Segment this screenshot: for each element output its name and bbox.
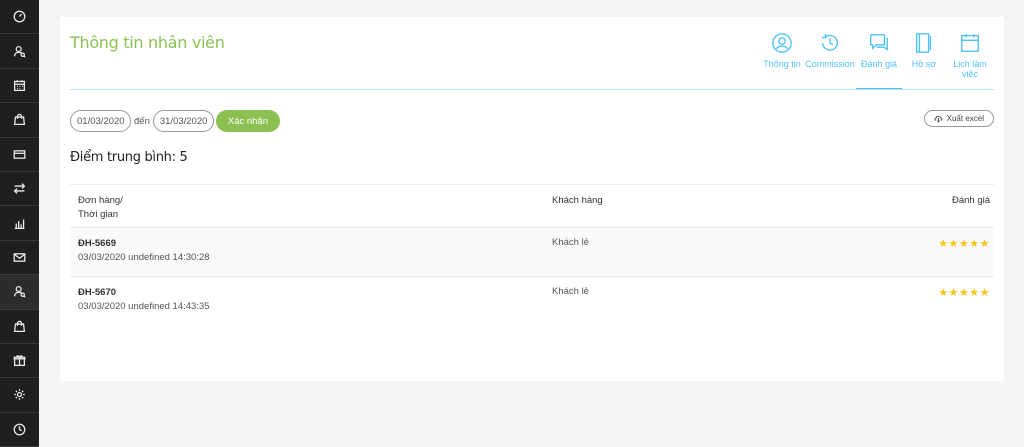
history-icon	[821, 33, 838, 51]
export-excel-button[interactable]: Xuất excel	[923, 110, 994, 127]
shopping-bag-icon	[13, 320, 26, 332]
sidebar-item-customers[interactable]	[0, 34, 39, 69]
sidebar-item-employees[interactable]	[0, 275, 39, 310]
sidebar-item-settings[interactable]	[0, 378, 39, 413]
sidebar-item-shop[interactable]	[0, 103, 39, 138]
sidebar-item-transfers[interactable]	[0, 172, 39, 207]
tab-label: Commission	[805, 59, 855, 69]
tab-lich-lam-viec[interactable]: Lịch làm việc	[946, 32, 994, 89]
sidebar-item-dashboard[interactable]	[0, 0, 39, 35]
star-rating: ★★★★★	[938, 287, 990, 299]
order-time: 03/03/2020 undefined 14:30:28	[78, 252, 210, 263]
export-excel-label: Xuất excel	[946, 114, 984, 123]
tab-label: Hồ sơ	[911, 59, 937, 69]
tab-ho-so[interactable]: Hồ sơ	[902, 32, 946, 89]
calendar-icon	[961, 33, 979, 52]
bar-chart-icon	[14, 218, 25, 229]
page-title: Thông tin nhân viên	[70, 33, 225, 52]
gear-icon	[14, 389, 25, 401]
header-customer: Khách hàng	[552, 195, 603, 206]
order-cell: ĐH-5669 03/03/2020 undefined 14:30:28	[78, 237, 210, 265]
header-time: Thời gian	[78, 209, 119, 220]
gift-icon	[13, 355, 26, 367]
header-order-time: Đơn hàng/ Thời gian	[78, 194, 123, 222]
date-separator: đến	[134, 115, 150, 127]
tab-label: Đánh giá	[860, 59, 898, 69]
cloud-download-icon	[934, 115, 943, 123]
sidebar	[0, 0, 39, 447]
notebook-icon	[915, 33, 932, 53]
table-row[interactable]: ĐH-5669 03/03/2020 undefined 14:30:28 Kh…	[70, 227, 994, 276]
order-time: 03/03/2020 undefined 14:43:35	[78, 301, 210, 312]
mail-icon	[13, 253, 26, 262]
table-header: Đơn hàng/ Thời gian Khách hàng Đánh giá	[70, 184, 994, 227]
customer-name: Khách lẻ	[552, 237, 589, 248]
transfer-icon	[13, 183, 26, 194]
average-score: Điểm trung bình: 5	[70, 150, 188, 165]
order-cell: ĐH-5670 03/03/2020 undefined 14:43:35	[78, 286, 210, 314]
ratings-table: Đơn hàng/ Thời gian Khách hàng Đánh giá …	[70, 184, 994, 325]
to-date-input[interactable]	[152, 110, 214, 132]
chat-icon	[870, 34, 888, 51]
sidebar-item-history[interactable]	[0, 413, 39, 447]
order-id[interactable]: ĐH-5669	[78, 237, 210, 251]
shopping-bag-icon	[13, 114, 26, 126]
sidebar-item-reports[interactable]	[0, 206, 39, 241]
confirm-button[interactable]: Xác nhận	[215, 110, 281, 132]
user-circle-icon	[772, 33, 792, 53]
user-search-icon	[13, 45, 26, 58]
tab-thong-tin[interactable]: Thông tin	[760, 32, 804, 89]
date-filter: đến Xác nhận	[70, 110, 281, 132]
tab-danh-gia[interactable]: Đánh giá	[856, 32, 902, 90]
from-date-input[interactable]	[70, 110, 131, 132]
tab-label: Thông tin	[763, 59, 801, 69]
table-row[interactable]: ĐH-5670 03/03/2020 undefined 14:43:35 Kh…	[70, 276, 994, 325]
sidebar-item-messages[interactable]	[0, 241, 39, 276]
sidebar-item-calendar[interactable]	[0, 69, 39, 104]
speedometer-icon	[13, 10, 26, 23]
header-rating: Đánh giá	[951, 195, 990, 206]
tab-label: Lịch làm việc	[953, 59, 987, 79]
header-order: Đơn hàng/	[78, 195, 123, 206]
employee-tabs: Thông tin Commission Đánh giá Hồ sơ Lịch…	[760, 32, 994, 90]
sidebar-item-products[interactable]	[0, 310, 39, 344]
employee-info-card: Thông tin nhân viên Thông tin Commission…	[60, 17, 1004, 381]
clock-icon	[13, 423, 26, 436]
title-divider	[70, 89, 994, 90]
credit-card-icon	[13, 149, 26, 159]
customer-name: Khách lẻ	[552, 286, 589, 297]
star-rating: ★★★★★	[938, 238, 990, 250]
order-id[interactable]: ĐH-5670	[78, 286, 210, 300]
user-search-icon	[13, 286, 26, 298]
calendar-icon	[13, 80, 26, 91]
tab-commission[interactable]: Commission	[804, 32, 856, 89]
sidebar-item-promotions[interactable]	[0, 344, 39, 379]
sidebar-item-payments[interactable]	[0, 138, 39, 172]
